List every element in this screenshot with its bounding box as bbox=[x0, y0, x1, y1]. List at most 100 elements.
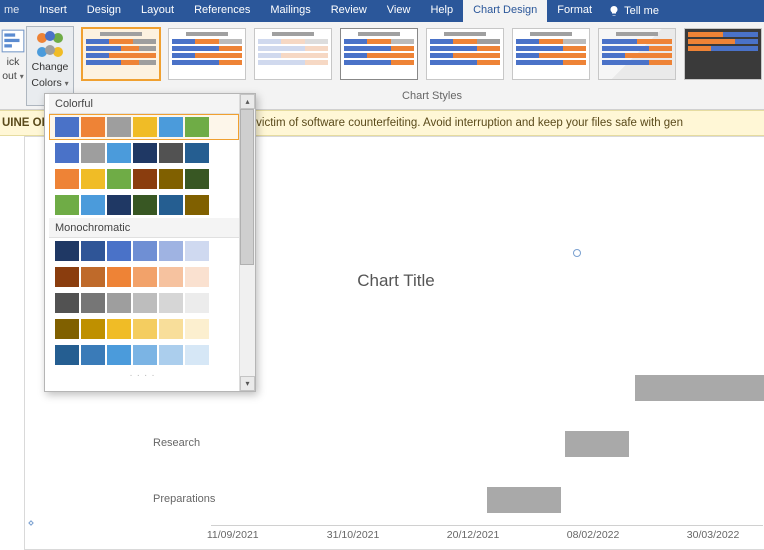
chart-style-3[interactable] bbox=[254, 28, 332, 80]
color-swatch bbox=[107, 293, 131, 313]
color-scheme-mono-5[interactable] bbox=[49, 342, 239, 368]
color-swatch bbox=[107, 319, 131, 339]
color-swatch bbox=[185, 195, 209, 215]
scroll-thumb[interactable] bbox=[240, 109, 254, 265]
chart-top-handle[interactable] bbox=[573, 249, 581, 257]
chart-style-5[interactable] bbox=[426, 28, 504, 80]
color-swatch bbox=[81, 345, 105, 365]
x-tick-2: 20/12/2021 bbox=[447, 529, 500, 541]
quick-layout-label-1: ick bbox=[7, 56, 20, 68]
color-swatch bbox=[133, 293, 157, 313]
color-swatch bbox=[185, 241, 209, 261]
color-scheme-colorful-1[interactable] bbox=[49, 114, 239, 140]
tab-chart-design[interactable]: Chart Design bbox=[463, 0, 547, 22]
color-swatch bbox=[107, 241, 131, 261]
color-swatch bbox=[133, 143, 157, 163]
color-swatch bbox=[55, 241, 79, 261]
change-colors-label-1: Change bbox=[32, 61, 69, 73]
chart-style-6[interactable] bbox=[512, 28, 590, 80]
color-swatch bbox=[81, 117, 105, 137]
color-swatch bbox=[185, 169, 209, 189]
chart-style-8[interactable] bbox=[684, 28, 762, 80]
color-swatch bbox=[133, 319, 157, 339]
color-swatch bbox=[185, 267, 209, 287]
gantt-bar-1[interactable] bbox=[635, 375, 764, 401]
y-category-preparations: Preparations bbox=[153, 493, 215, 505]
tab-insert[interactable]: Insert bbox=[29, 0, 77, 22]
tab-home[interactable]: me bbox=[0, 0, 29, 22]
color-scheme-mono-1[interactable] bbox=[49, 238, 239, 264]
color-scheme-mono-4[interactable] bbox=[49, 316, 239, 342]
color-swatch bbox=[107, 267, 131, 287]
tab-help[interactable]: Help bbox=[420, 0, 463, 22]
color-swatch bbox=[55, 195, 79, 215]
color-swatch bbox=[159, 345, 183, 365]
colorful-heading: Colorful bbox=[49, 94, 239, 114]
chart-style-2[interactable] bbox=[168, 28, 246, 80]
color-swatch bbox=[133, 345, 157, 365]
color-swatch bbox=[55, 267, 79, 287]
color-swatch bbox=[81, 143, 105, 163]
gantt-bar-preparations[interactable] bbox=[487, 487, 561, 513]
color-swatch bbox=[107, 345, 131, 365]
change-colors-dropdown: ▴ ▾ Colorful Monochromatic ···· bbox=[44, 93, 256, 392]
tab-layout[interactable]: Layout bbox=[131, 0, 184, 22]
color-swatch bbox=[159, 319, 183, 339]
color-swatch bbox=[55, 345, 79, 365]
color-swatch bbox=[55, 117, 79, 137]
color-scheme-mono-2[interactable] bbox=[49, 264, 239, 290]
color-swatch bbox=[55, 143, 79, 163]
color-swatch bbox=[133, 267, 157, 287]
scroll-up-button[interactable]: ▴ bbox=[240, 94, 255, 109]
change-colors-label-2: Colors ▾ bbox=[31, 77, 68, 90]
x-tick-1: 31/10/2021 bbox=[327, 529, 380, 541]
color-swatch bbox=[159, 267, 183, 287]
tab-design[interactable]: Design bbox=[77, 0, 131, 22]
color-swatch bbox=[133, 169, 157, 189]
color-scheme-mono-3[interactable] bbox=[49, 290, 239, 316]
color-swatch bbox=[185, 143, 209, 163]
quick-layout-label-2: out ▾ bbox=[2, 70, 24, 83]
color-scheme-colorful-2[interactable] bbox=[49, 140, 239, 166]
tab-mailings[interactable]: Mailings bbox=[260, 0, 320, 22]
color-swatch bbox=[159, 241, 183, 261]
chart-plot-area[interactable]: Research Preparations bbox=[205, 301, 763, 523]
monochromatic-heading: Monochromatic bbox=[49, 218, 239, 238]
color-swatch bbox=[185, 319, 209, 339]
ruler-marker bbox=[28, 520, 34, 526]
color-swatch bbox=[133, 195, 157, 215]
dropdown-resize-grip[interactable]: ···· bbox=[49, 368, 239, 385]
tab-references[interactable]: References bbox=[184, 0, 260, 22]
color-swatch bbox=[185, 117, 209, 137]
chart-style-4[interactable] bbox=[340, 28, 418, 80]
color-scheme-colorful-4[interactable] bbox=[49, 192, 239, 218]
color-swatch bbox=[107, 169, 131, 189]
color-swatch bbox=[159, 195, 183, 215]
tell-me-label: Tell me bbox=[624, 5, 659, 17]
tell-me-search[interactable]: Tell me bbox=[602, 0, 665, 22]
gantt-bar-research[interactable] bbox=[565, 431, 629, 457]
chart-style-7[interactable] bbox=[598, 28, 676, 80]
color-scheme-colorful-3[interactable] bbox=[49, 166, 239, 192]
color-swatch bbox=[159, 293, 183, 313]
tab-review[interactable]: Review bbox=[321, 0, 377, 22]
x-tick-4: 30/03/2022 bbox=[687, 529, 740, 541]
tab-view[interactable]: View bbox=[377, 0, 421, 22]
color-swatch bbox=[55, 169, 79, 189]
color-swatch bbox=[107, 195, 131, 215]
quick-layout-button[interactable]: ick out ▾ bbox=[0, 22, 26, 109]
color-swatch bbox=[81, 241, 105, 261]
color-swatch bbox=[159, 143, 183, 163]
color-swatch bbox=[55, 319, 79, 339]
chart-style-1[interactable] bbox=[82, 28, 160, 80]
color-swatch bbox=[159, 169, 183, 189]
color-swatch bbox=[81, 293, 105, 313]
tab-format[interactable]: Format bbox=[547, 0, 602, 22]
dropdown-scrollbar: ▴ ▾ bbox=[239, 94, 255, 391]
color-swatch bbox=[81, 195, 105, 215]
scroll-down-button[interactable]: ▾ bbox=[240, 376, 255, 391]
chart-styles-caption: Chart Styles bbox=[402, 90, 462, 102]
lightbulb-icon bbox=[608, 5, 620, 17]
color-swatch bbox=[107, 143, 131, 163]
color-swatch bbox=[81, 169, 105, 189]
